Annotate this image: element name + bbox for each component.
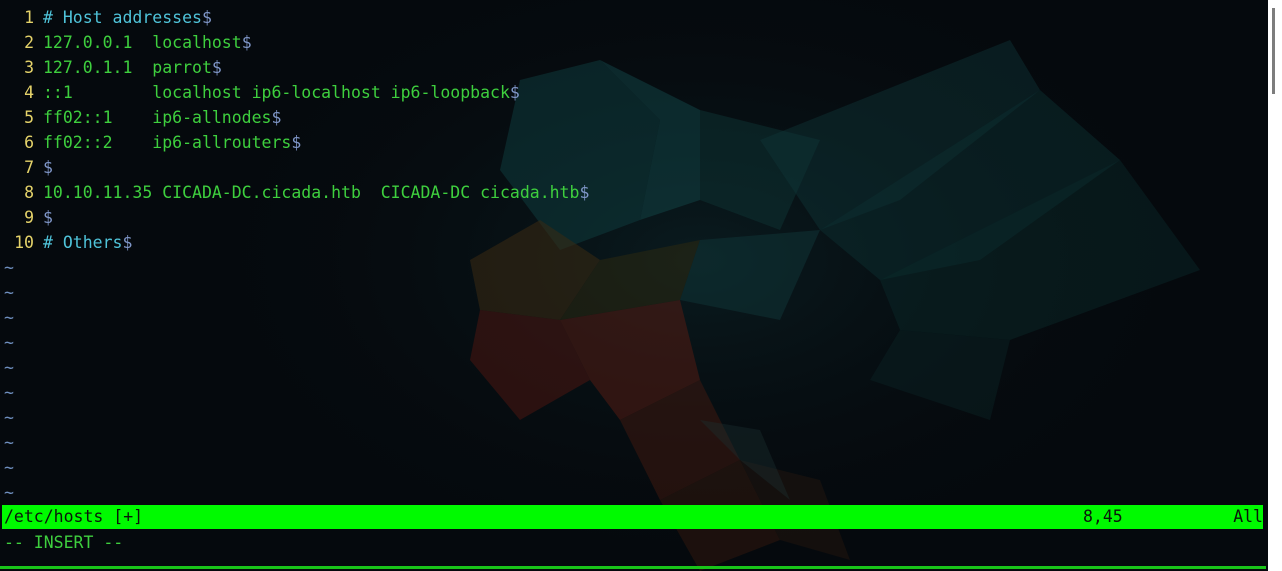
empty-line-marker: ~ <box>0 380 1266 405</box>
scrollbar-thumb[interactable] <box>1272 8 1275 94</box>
line-text: ::1 localhost ip6-localhost ip6-loopback <box>43 83 510 102</box>
line-number: 5 <box>24 108 34 127</box>
empty-line-marker: ~ <box>0 305 1266 330</box>
tilde-marker: ~ <box>4 433 14 452</box>
status-line: /etc/hosts [+] 8,45 All <box>2 505 1263 529</box>
cursor-position: 8,45 <box>1083 507 1123 526</box>
line-text: ff02::2 ip6-allrouters <box>43 133 292 152</box>
comment-text: # Host addresses <box>43 8 202 27</box>
line-number: 3 <box>24 58 34 77</box>
buffer-line[interactable]: 3 127.0.1.1 parrot$ <box>0 55 1266 80</box>
line-number: 2 <box>24 33 34 52</box>
buffer-line[interactable]: 4::1 localhost ip6-localhost ip6-loopbac… <box>0 80 1266 105</box>
empty-line-marker: ~ <box>0 430 1266 455</box>
tilde-marker: ~ <box>4 383 14 402</box>
tilde-marker: ~ <box>4 283 14 302</box>
line-number: 10 <box>14 233 34 252</box>
tilde-marker: ~ <box>4 408 14 427</box>
mode-indicator: -- INSERT -- <box>4 533 124 552</box>
eol-marker: $ <box>122 233 133 252</box>
tilde-marker: ~ <box>4 483 14 502</box>
line-text: 10.10.11.35 CICADA-DC.cicada.htb CICADA-… <box>43 183 580 202</box>
line-text: ff02::1 ip6-allnodes <box>43 108 272 127</box>
eol-marker: $ <box>43 208 53 227</box>
tilde-marker: ~ <box>4 458 14 477</box>
buffer-line[interactable]: 9 $ <box>0 205 1266 230</box>
eol-marker: $ <box>211 58 222 77</box>
eol-marker: $ <box>579 183 590 202</box>
tilde-marker: ~ <box>4 258 14 277</box>
status-filename: /etc/hosts [+] <box>4 507 144 526</box>
buffer-line[interactable]: 10 # Others$ <box>0 230 1266 255</box>
empty-line-marker: ~ <box>0 455 1266 480</box>
scroll-indicator: All <box>1233 507 1263 526</box>
eol-marker: $ <box>43 158 53 177</box>
line-number: 9 <box>24 208 34 227</box>
line-text: 127.0.0.1 localhost <box>43 33 242 52</box>
buffer-line[interactable]: 6 ff02::2 ip6-allrouters$ <box>0 130 1266 155</box>
empty-line-marker: ~ <box>0 330 1266 355</box>
line-number: 7 <box>24 158 34 177</box>
vim-editor-buffer[interactable]: 1 # Host addresses$ 2 127.0.0.1 localhost$ 3… <box>0 5 1266 505</box>
empty-line-marker: ~ <box>0 355 1266 380</box>
tilde-marker: ~ <box>4 308 14 327</box>
eol-marker: $ <box>201 8 212 27</box>
empty-line-marker: ~ <box>0 480 1266 505</box>
buffer-lines: 1 # Host addresses$ 2 127.0.0.1 localhost$ 3… <box>0 5 1266 255</box>
line-number: 8 <box>24 183 34 202</box>
line-text: 127.0.1.1 parrot <box>43 58 212 77</box>
eol-marker: $ <box>291 133 302 152</box>
scrollbar[interactable] <box>1268 0 1282 571</box>
empty-line-marker: ~ <box>0 280 1266 305</box>
empty-buffer-lines: ~ ~ ~ ~ ~ ~ ~ ~ ~ ~ <box>0 255 1266 505</box>
line-number: 6 <box>24 133 34 152</box>
bottom-border <box>0 566 1266 569</box>
comment-text: # Others <box>43 233 123 252</box>
buffer-line[interactable]: 8 10.10.11.35 CICADA-DC.cicada.htb CICADA… <box>0 180 1266 205</box>
line-number: 1 <box>24 8 34 27</box>
buffer-line[interactable]: 5 ff02::1 ip6-allnodes$ <box>0 105 1266 130</box>
buffer-line[interactable]: 1 # Host addresses$ <box>0 5 1266 30</box>
eol-marker: $ <box>241 33 252 52</box>
eol-marker: $ <box>509 83 520 102</box>
empty-line-marker: ~ <box>0 405 1266 430</box>
tilde-marker: ~ <box>4 358 14 377</box>
buffer-line[interactable]: 7 $ <box>0 155 1266 180</box>
line-number: 4 <box>24 83 34 102</box>
buffer-line[interactable]: 2 127.0.0.1 localhost$ <box>0 30 1266 55</box>
empty-line-marker: ~ <box>0 255 1266 280</box>
eol-marker: $ <box>271 108 282 127</box>
tilde-marker: ~ <box>4 333 14 352</box>
